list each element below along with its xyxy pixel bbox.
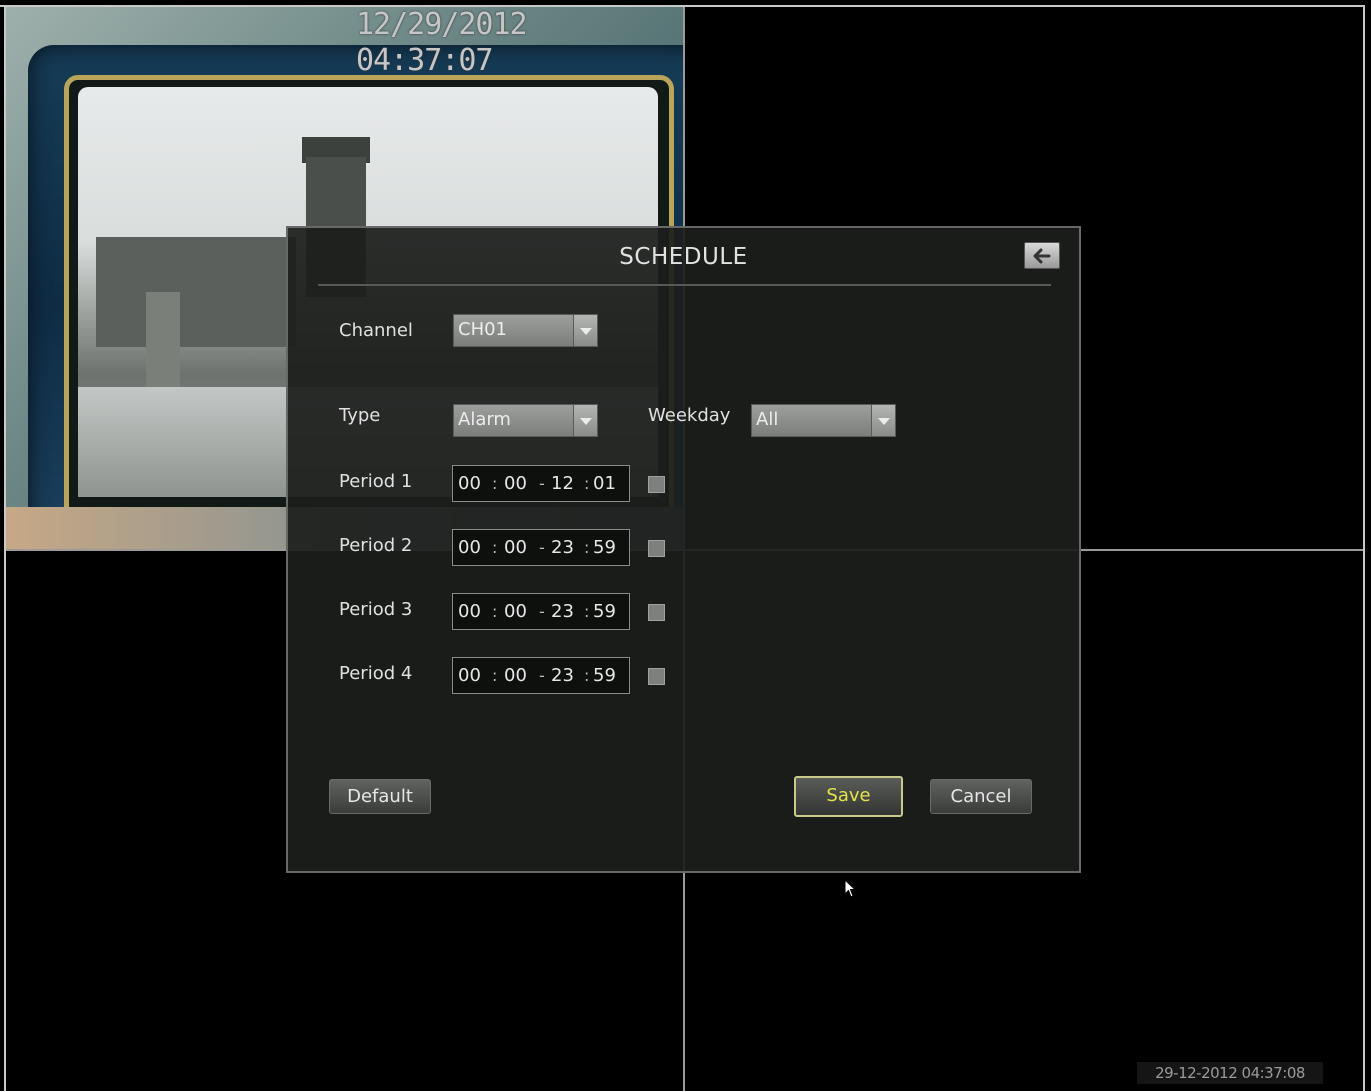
period-2-time-range[interactable]: 00 : 00 - 23 : 59 (452, 529, 630, 566)
type-label: Type (339, 405, 381, 426)
period-4-start-hour[interactable]: 00 (458, 658, 481, 693)
chevron-down-icon[interactable] (573, 315, 597, 346)
time-separator: : (584, 474, 590, 493)
default-button[interactable]: Default (329, 779, 431, 814)
time-separator: : (492, 602, 498, 621)
period-1-enable-checkbox[interactable] (648, 476, 665, 493)
cancel-button[interactable]: Cancel (930, 779, 1032, 814)
time-separator: : (584, 538, 590, 557)
channel-select[interactable]: CH01 (453, 314, 598, 347)
period-1-end-hour[interactable]: 12 (551, 466, 574, 501)
period-3-enable-checkbox[interactable] (648, 604, 665, 621)
time-separator: : (492, 666, 498, 685)
period-4-time-range[interactable]: 00 : 00 - 23 : 59 (452, 657, 630, 694)
mouse-cursor-icon (844, 879, 857, 898)
period-2-end-minute[interactable]: 59 (593, 530, 616, 565)
title-divider (318, 284, 1051, 286)
period-3-start-minute[interactable]: 00 (504, 594, 527, 629)
time-separator: : (584, 666, 590, 685)
weekday-select[interactable]: All (751, 404, 896, 437)
period-4-start-minute[interactable]: 00 (504, 658, 527, 693)
screen-border-right (1363, 5, 1365, 1091)
screen-border-left (4, 5, 6, 1091)
back-button[interactable] (1024, 242, 1060, 269)
period-2-start-hour[interactable]: 00 (458, 530, 481, 565)
period-3-time-range[interactable]: 00 : 00 - 23 : 59 (452, 593, 630, 630)
cam-building (96, 237, 296, 347)
chevron-down-icon[interactable] (573, 405, 597, 436)
period-4-label: Period 4 (339, 663, 413, 684)
time-separator: : (492, 474, 498, 493)
time-separator: : (584, 602, 590, 621)
channel-select-value: CH01 (458, 319, 508, 340)
period-1-start-minute[interactable]: 00 (504, 466, 527, 501)
system-clock: 29-12-2012 04:37:08 (1137, 1062, 1323, 1084)
chevron-down-icon[interactable] (871, 405, 895, 436)
weekday-select-value: All (756, 409, 779, 430)
type-select-value: Alarm (458, 409, 511, 430)
period-3-end-hour[interactable]: 23 (551, 594, 574, 629)
period-3-start-hour[interactable]: 00 (458, 594, 481, 629)
cam-pillar (146, 292, 180, 392)
period-4-end-hour[interactable]: 23 (551, 658, 574, 693)
period-3-label: Period 3 (339, 599, 413, 620)
period-2-start-minute[interactable]: 00 (504, 530, 527, 565)
save-button[interactable]: Save (794, 776, 903, 817)
channel-label: Channel (339, 320, 413, 341)
period-1-label: Period 1 (339, 471, 413, 492)
period-2-enable-checkbox[interactable] (648, 540, 665, 557)
range-separator: - (539, 474, 545, 493)
time-separator: : (492, 538, 498, 557)
period-3-end-minute[interactable]: 59 (593, 594, 616, 629)
back-arrow-icon (1033, 248, 1051, 263)
period-4-enable-checkbox[interactable] (648, 668, 665, 685)
period-1-start-hour[interactable]: 00 (458, 466, 481, 501)
weekday-label: Weekday (648, 405, 731, 426)
period-1-time-range[interactable]: 00 : 00 - 12 : 01 (452, 465, 630, 502)
period-4-end-minute[interactable]: 59 (593, 658, 616, 693)
screen-border-top (0, 5, 1365, 7)
range-separator: - (539, 602, 545, 621)
range-separator: - (539, 666, 545, 685)
type-select[interactable]: Alarm (453, 404, 598, 437)
range-separator: - (539, 538, 545, 557)
camera-timestamp-overlay: 12/29/2012 04:37:07 (356, 7, 528, 78)
dialog-title: SCHEDULE (619, 244, 748, 270)
dvr-screen: 12/29/2012 04:37:07 29-12-2012 04:37:08 … (0, 0, 1371, 1091)
period-2-end-hour[interactable]: 23 (551, 530, 574, 565)
schedule-dialog: SCHEDULE Channel CH01 Type Alarm Weekday… (286, 226, 1081, 873)
period-2-label: Period 2 (339, 535, 413, 556)
period-1-end-minute[interactable]: 01 (593, 466, 616, 501)
